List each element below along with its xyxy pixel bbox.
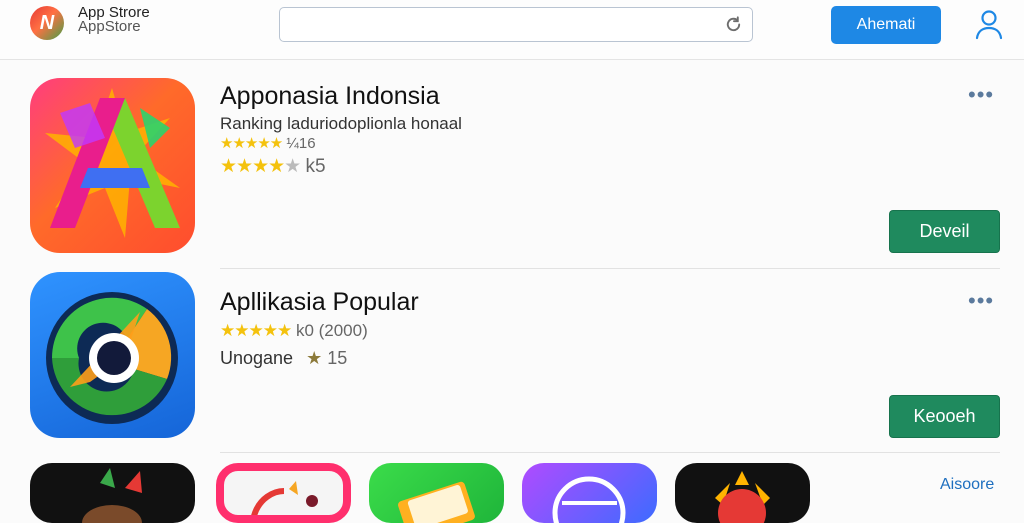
star-icon: ★ [306,348,323,368]
star-rating-full: ★★★★ [220,156,285,177]
camera-lens-icon [46,292,178,424]
sun-app-icon [715,471,770,523]
app-icon-purple[interactable] [522,463,657,523]
brand[interactable]: App Strore AppStore [78,5,150,35]
app-icon-pink[interactable] [216,463,351,523]
brand-line-2: AppStore [78,18,141,35]
pink-app-icon [251,481,318,515]
app-action-button[interactable]: Deveil [889,210,1000,253]
character-icon [82,468,142,523]
app-action-button[interactable]: Keooeh [889,395,1000,438]
search-input[interactable] [288,13,708,37]
green-app-icon [398,481,475,523]
search-bar[interactable] [279,7,753,42]
rating-count: k0 (2000) [295,321,368,340]
developer-name[interactable]: Unogane [220,348,293,368]
app-logo-icon[interactable]: N [30,6,64,40]
more-options-icon[interactable]: ••• [968,84,994,106]
app-icon-green[interactable] [369,463,504,523]
app-rating-row: ★★★★★ k0 (2000) [220,321,368,341]
more-options-icon[interactable]: ••• [968,290,994,312]
app-title[interactable]: Apllikasia Popular [220,288,419,317]
app-rating-row-secondary: ★★★★★ k5 [220,155,326,178]
star-rating: ★★★★★ [220,135,283,152]
app-developer-row: Unogane ★ 15 [220,348,347,369]
rating-count: ¼16 [286,135,316,152]
app-icon-sun[interactable] [675,463,810,523]
star-rating-partial: ★ [284,156,301,177]
star-rating: ★★★★★ [220,156,301,177]
app-icon-character[interactable] [30,463,195,523]
app-rating-row: ★★★★★ ¼16 [220,134,316,152]
purple-app-icon [552,476,626,523]
divider [220,452,1000,453]
colorful-a-icon [45,88,180,238]
rating-value: k5 [305,156,326,177]
app-icon-camera[interactable] [30,272,195,438]
app-icon-colorful-a[interactable] [30,78,195,253]
user-icon[interactable] [974,8,1004,40]
rating-value: 15 [327,348,348,368]
divider [220,268,1000,269]
star-rating: ★★★★★ [220,321,292,340]
see-all-link[interactable]: Aisoore [940,476,994,494]
app-subtitle: Ranking laduriodoplionla honaal [220,114,462,133]
logo-letter: N [39,11,55,34]
top-bar: N App Strore AppStore Ahemati [0,0,1024,60]
refresh-icon[interactable] [724,15,743,34]
primary-button[interactable]: Ahemati [831,6,941,44]
app-title[interactable]: Apponasia Indonsia [220,82,440,111]
